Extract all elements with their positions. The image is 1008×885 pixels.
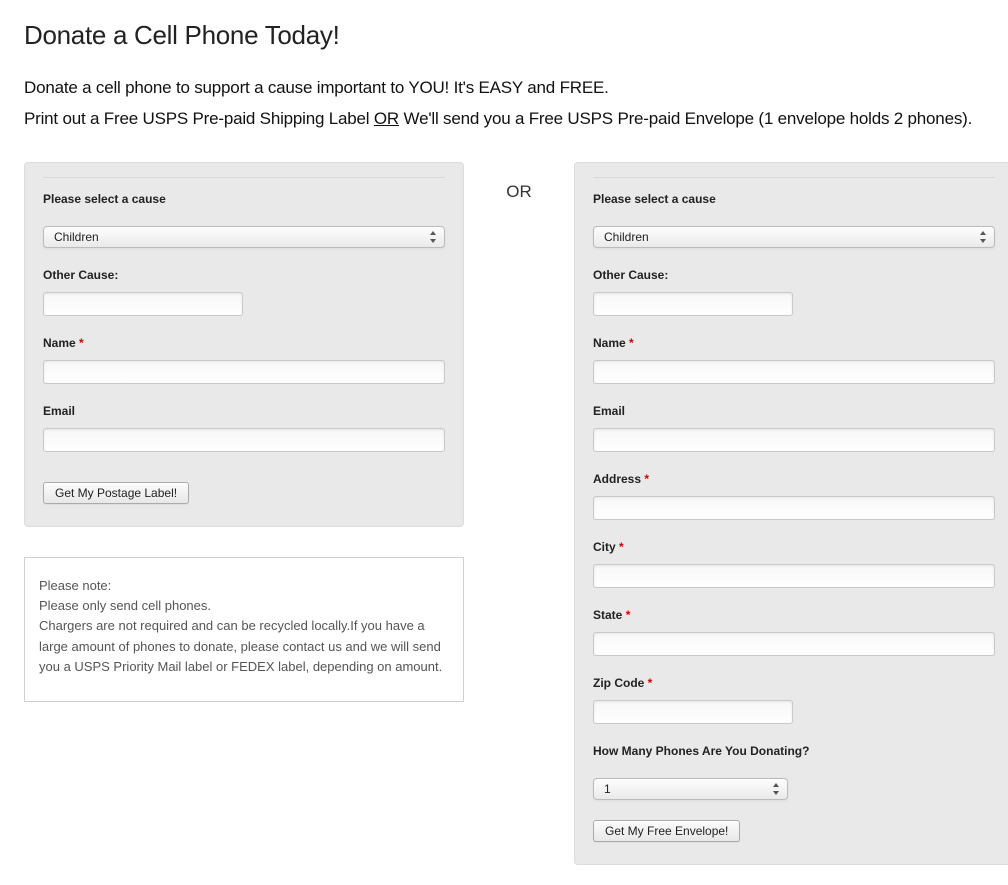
zip-label: Zip Code * [593, 676, 995, 690]
intro-line-1: Donate a cell phone to support a cause i… [24, 73, 984, 104]
address-label: Address * [593, 472, 995, 486]
phones-qty-label: How Many Phones Are You Donating? [593, 744, 995, 758]
note-box: Please note: Please only send cell phone… [24, 557, 464, 702]
get-postage-label-button[interactable]: Get My Postage Label! [43, 482, 189, 504]
required-asterisk: * [644, 472, 649, 486]
intro-line-2: Print out a Free USPS Pre-paid Shipping … [24, 104, 984, 135]
name-label: Name * [43, 336, 445, 350]
email-label-r: Email [593, 404, 995, 418]
email-input-r[interactable] [593, 428, 995, 452]
select-arrows-icon [428, 230, 438, 244]
city-input[interactable] [593, 564, 995, 588]
cause-select-label-r: Please select a cause [593, 192, 995, 206]
intro-line-2a: Print out a Free USPS Pre-paid Shipping … [24, 109, 374, 128]
intro-or-underlined: OR [374, 109, 399, 128]
required-asterisk: * [619, 540, 624, 554]
required-asterisk: * [626, 608, 631, 622]
zip-input[interactable] [593, 700, 793, 724]
note-line-3: Chargers are not required and can be rec… [39, 616, 449, 676]
email-input[interactable] [43, 428, 445, 452]
cause-select-value: Children [54, 230, 99, 244]
select-arrows-icon [771, 782, 781, 796]
other-cause-label-r: Other Cause: [593, 268, 995, 282]
cause-select-label: Please select a cause [43, 192, 445, 206]
state-input[interactable] [593, 632, 995, 656]
other-cause-label: Other Cause: [43, 268, 445, 282]
state-label: State * [593, 608, 995, 622]
select-arrows-icon [978, 230, 988, 244]
or-separator: OR [484, 182, 554, 202]
intro-line-2b: We'll send you a Free USPS Pre-paid Enve… [399, 109, 972, 128]
envelope-form: Please select a cause Children Other Cau… [574, 162, 1008, 865]
page-title: Donate a Cell Phone Today! [24, 20, 984, 51]
cause-select-value-r: Children [604, 230, 649, 244]
required-asterisk: * [629, 336, 634, 350]
required-asterisk: * [648, 676, 653, 690]
name-label-r: Name * [593, 336, 995, 350]
other-cause-input-r[interactable] [593, 292, 793, 316]
cause-select[interactable]: Children [43, 226, 445, 248]
name-input-r[interactable] [593, 360, 995, 384]
note-line-2: Please only send cell phones. [39, 596, 449, 616]
email-label: Email [43, 404, 445, 418]
address-input[interactable] [593, 496, 995, 520]
postage-label-form: Please select a cause Children Other Cau… [24, 162, 464, 527]
city-label: City * [593, 540, 995, 554]
phones-qty-value: 1 [604, 782, 611, 796]
cause-select-r[interactable]: Children [593, 226, 995, 248]
intro-text: Donate a cell phone to support a cause i… [24, 73, 984, 134]
note-line-1: Please note: [39, 576, 449, 596]
name-input[interactable] [43, 360, 445, 384]
phones-qty-select[interactable]: 1 [593, 778, 788, 800]
get-free-envelope-button[interactable]: Get My Free Envelope! [593, 820, 740, 842]
required-asterisk: * [79, 336, 84, 350]
other-cause-input[interactable] [43, 292, 243, 316]
